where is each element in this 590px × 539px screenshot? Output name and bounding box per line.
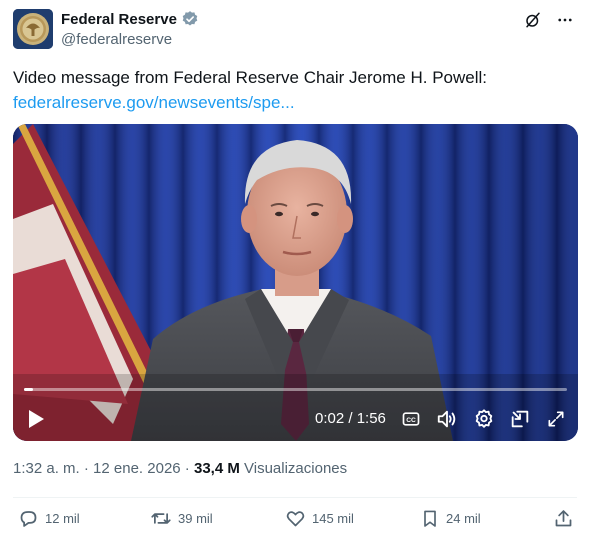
bookmark-icon [424, 510, 436, 527]
bookmark-count: 24 mil [446, 511, 481, 526]
account-handle[interactable]: @federalreserve [61, 31, 172, 48]
meta-separator: · [180, 460, 194, 477]
avatar[interactable] [13, 9, 53, 49]
fullscreen-icon[interactable] [545, 408, 567, 430]
video-progress-bar[interactable] [24, 388, 567, 391]
action-bar: 12 mil 39 mil 145 mil 24 mil [0, 508, 590, 534]
reply-count: 12 mil [45, 511, 80, 526]
reply-button[interactable]: 12 mil [18, 508, 80, 529]
video-progress-fill [24, 388, 34, 391]
reply-icon [20, 511, 37, 527]
share-icon [555, 510, 572, 527]
grok-icon[interactable] [522, 9, 544, 31]
tweet-link[interactable]: federalreserve.gov/newsevents/spe... [13, 90, 573, 115]
like-button[interactable]: 145 mil [285, 508, 354, 529]
account-name-row[interactable]: Federal Reserve [61, 10, 199, 28]
header-actions [522, 9, 576, 31]
share-button[interactable] [553, 508, 574, 529]
video-player[interactable]: 0:02 / 1:56 CC [13, 124, 578, 441]
federal-reserve-seal-icon [13, 9, 53, 49]
video-time-display: 0:02 / 1:56 [315, 410, 386, 427]
views-label: Visualizaciones [244, 460, 348, 477]
tweet-text-block: Video message from Federal Reserve Chair… [13, 65, 573, 115]
tweet-time[interactable]: 1:32 a. m. [13, 460, 80, 477]
meta-separator: · [79, 460, 94, 477]
volume-icon[interactable] [436, 408, 458, 430]
play-icon[interactable] [26, 408, 46, 430]
pip-icon[interactable] [509, 408, 531, 430]
views-count: 33,4 M [193, 460, 240, 477]
divider [13, 497, 577, 498]
svg-text:CC: CC [406, 417, 416, 424]
like-count: 145 mil [312, 511, 354, 526]
repost-count: 39 mil [178, 511, 213, 526]
settings-icon[interactable] [473, 408, 495, 430]
repost-icon [151, 513, 171, 524]
heart-icon [286, 511, 305, 527]
tweet-meta: 1:32 a. m. · 12 ene. 2026 · 33,4 M Visua… [13, 460, 347, 477]
repost-button[interactable]: 39 mil [150, 508, 213, 529]
video-frame [13, 124, 578, 441]
more-options-icon[interactable] [554, 9, 576, 31]
account-name[interactable]: Federal Reserve [61, 11, 177, 28]
tweet-text: Video message from Federal Reserve Chair… [13, 68, 487, 87]
captions-icon[interactable]: CC [400, 408, 422, 430]
verified-badge-icon [181, 10, 199, 28]
bookmark-button[interactable]: 24 mil [420, 508, 481, 529]
tweet-date[interactable]: 12 ene. 2026 [93, 460, 181, 477]
